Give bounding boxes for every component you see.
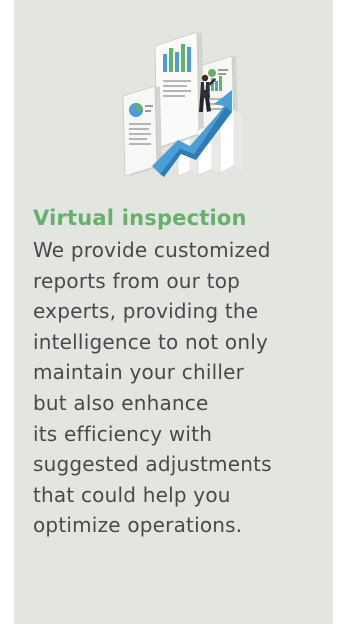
feature-title: Virtual inspection <box>33 206 247 230</box>
feature-card: Virtual inspection We provide customized… <box>14 0 333 624</box>
description-line: We provide customized <box>33 238 271 262</box>
feature-description: We provide customized reports from our t… <box>33 235 325 541</box>
description-line: maintain your chiller <box>33 360 245 385</box>
analytics-reports-illustration-icon <box>122 31 242 177</box>
description-line: reports from our top <box>33 268 241 293</box>
description-line: but also enhance <box>33 390 209 415</box>
description-line: intelligence to not only <box>33 329 269 354</box>
description-line: suggested adjustments <box>33 452 272 477</box>
description-line: its efficiency with <box>33 421 213 446</box>
description-line: that could help you <box>33 482 231 507</box>
description-line: experts, providing the <box>33 299 259 324</box>
description-line: optimize operations. <box>33 513 243 538</box>
